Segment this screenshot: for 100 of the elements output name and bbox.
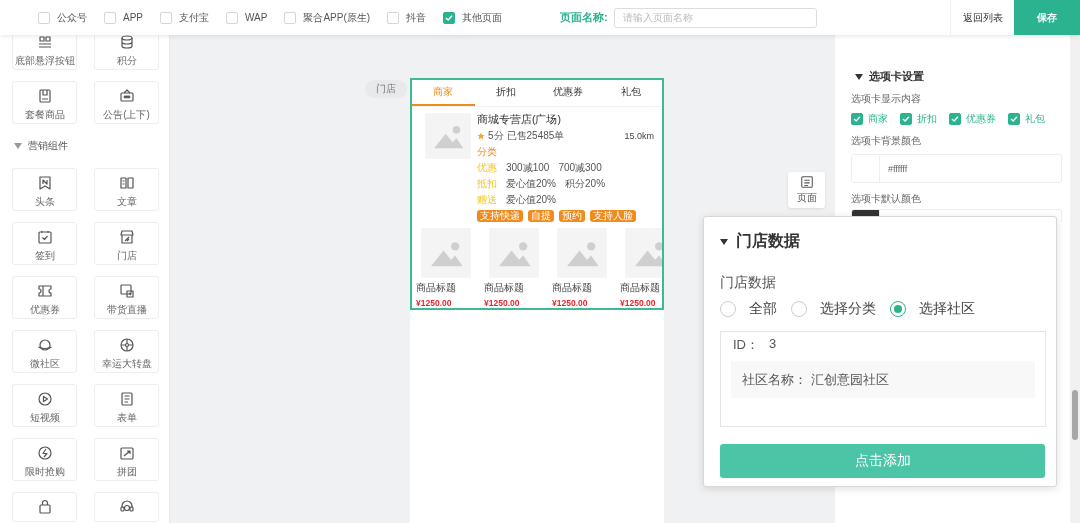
field-label: 选项卡背景颜色 — [851, 134, 922, 148]
play-icon — [36, 391, 53, 407]
section-title: 选项卡设置 — [869, 69, 924, 84]
id-value: 3 — [769, 336, 777, 353]
component-tile[interactable]: 签到 — [12, 222, 77, 265]
radio-button[interactable] — [890, 301, 906, 317]
product-price: ¥1250.00 — [416, 298, 453, 308]
preview-tab[interactable]: 折扣 — [474, 80, 537, 106]
promo-label: 优惠 — [477, 161, 497, 175]
channel-label: 其他页面 — [462, 10, 503, 25]
color-field[interactable]: #ffffff — [851, 154, 1062, 183]
checkbox[interactable] — [104, 11, 116, 24]
community-name: 汇创意园社区 — [811, 370, 889, 389]
channel-label: 抖音 — [406, 10, 427, 25]
component-tile[interactable]: 微社区 — [12, 330, 77, 373]
popup-title: 门店数据 — [736, 231, 800, 251]
field-label: 选项卡显示内容 — [851, 92, 922, 106]
channel-label: 公众号 — [57, 10, 87, 25]
book-icon — [118, 175, 135, 191]
checkbox[interactable] — [284, 11, 297, 24]
rating: 5分 — [488, 129, 504, 143]
package-icon — [36, 88, 53, 104]
category-label: 分类 — [477, 145, 498, 159]
checkbox[interactable] — [387, 11, 400, 24]
component-tile[interactable]: 门店 — [94, 222, 159, 265]
preview-tab[interactable]: 优惠券 — [537, 80, 600, 106]
product-price: ¥1250.00 — [484, 298, 521, 308]
promo-text: 300减100 — [506, 161, 550, 175]
product-price: ¥1250.00 — [620, 298, 657, 308]
sold-count: 已售25485单 — [506, 129, 565, 143]
coins-icon — [118, 35, 135, 50]
component-tile[interactable]: 限时抢购 — [12, 438, 77, 481]
component-tile[interactable]: 短视频 — [12, 384, 77, 427]
checkbox[interactable] — [949, 113, 961, 125]
checkbox[interactable] — [226, 11, 238, 24]
bookmark-icon — [36, 175, 53, 191]
page-tool-button[interactable]: 页面 — [788, 172, 825, 208]
service-tag: 支持快递 — [477, 210, 523, 222]
checkbox[interactable] — [900, 113, 912, 125]
ticket-icon — [36, 283, 53, 299]
product-price: ¥1250.00 — [552, 298, 589, 308]
component-tile[interactable]: 带货直播 — [94, 276, 159, 319]
calendar-icon — [36, 229, 53, 245]
component-tile[interactable]: 表单 — [94, 384, 159, 427]
component-tile[interactable]: 优惠券 — [12, 276, 77, 319]
share-icon — [118, 445, 135, 461]
component-tile[interactable]: 公告(上下) — [94, 81, 159, 124]
component-tile[interactable]: 头条 — [12, 168, 77, 211]
name-label: 社区名称： — [742, 370, 807, 389]
community-row[interactable]: 社区名称： 汇创意园社区 — [731, 361, 1035, 398]
screen-icon — [118, 283, 135, 299]
component-tag: 门店 — [365, 80, 407, 98]
back-button[interactable]: 返回列表 — [950, 0, 1014, 35]
headset-icon — [118, 499, 135, 515]
component-tile[interactable] — [12, 492, 77, 522]
component-tile[interactable]: 积分 — [94, 35, 159, 70]
checkbox[interactable] — [160, 11, 172, 24]
product-title: 商品标题 — [552, 281, 593, 295]
page-icon — [799, 175, 814, 189]
promo-label: 赠送 — [477, 193, 497, 207]
checkbox[interactable] — [851, 113, 863, 125]
promo-text: 爱心值20% — [506, 193, 556, 207]
preview-tab[interactable]: 礼包 — [599, 80, 662, 106]
component-tile[interactable]: 文章 — [94, 168, 159, 211]
checkbox[interactable] — [38, 11, 50, 24]
product-title: 商品标题 — [484, 281, 525, 295]
product-title: 商品标题 — [416, 281, 457, 295]
component-tile[interactable]: 底部悬浮按钮 — [12, 35, 77, 70]
option-label: 优惠券 — [966, 112, 996, 126]
option-label: 商家 — [868, 112, 888, 126]
component-tile[interactable] — [94, 492, 159, 522]
bars-icon — [36, 35, 53, 50]
channel-label: WAP — [245, 12, 268, 23]
scrollbar-thumb[interactable] — [1072, 390, 1078, 440]
field-label: 门店数据 — [720, 274, 777, 292]
store-name: 商城专营店(广场) — [477, 113, 562, 127]
promo-label: 抵扣 — [477, 177, 497, 191]
option-label: 全部 — [749, 300, 777, 318]
shop-icon — [118, 229, 135, 245]
channel-label: 支付宝 — [179, 10, 209, 25]
option-label: 礼包 — [1025, 112, 1045, 126]
lightning-icon — [36, 445, 53, 461]
service-tag: 预约 — [559, 210, 585, 222]
checkbox[interactable] — [1008, 113, 1020, 125]
product-title: 商品标题 — [620, 281, 661, 295]
page-name-field[interactable]: 请输入页面名称 — [613, 7, 817, 28]
radio-button[interactable] — [791, 301, 807, 317]
document-icon — [118, 391, 135, 407]
wheel-icon — [118, 337, 135, 353]
section-title: 营销组件 — [28, 139, 68, 153]
channel-label: APP — [123, 12, 143, 23]
field-label: 选项卡默认颜色 — [851, 192, 922, 206]
star-icon — [477, 132, 485, 140]
component-tile[interactable]: 拼团 — [94, 438, 159, 481]
service-tag: 自提 — [528, 210, 554, 222]
option-label: 选择分类 — [820, 300, 876, 318]
component-tile[interactable]: 幸运大转盘 — [94, 330, 159, 373]
component-tile[interactable]: 套餐商品 — [12, 81, 77, 124]
radio-button[interactable] — [720, 301, 736, 317]
checkbox[interactable] — [443, 11, 456, 24]
